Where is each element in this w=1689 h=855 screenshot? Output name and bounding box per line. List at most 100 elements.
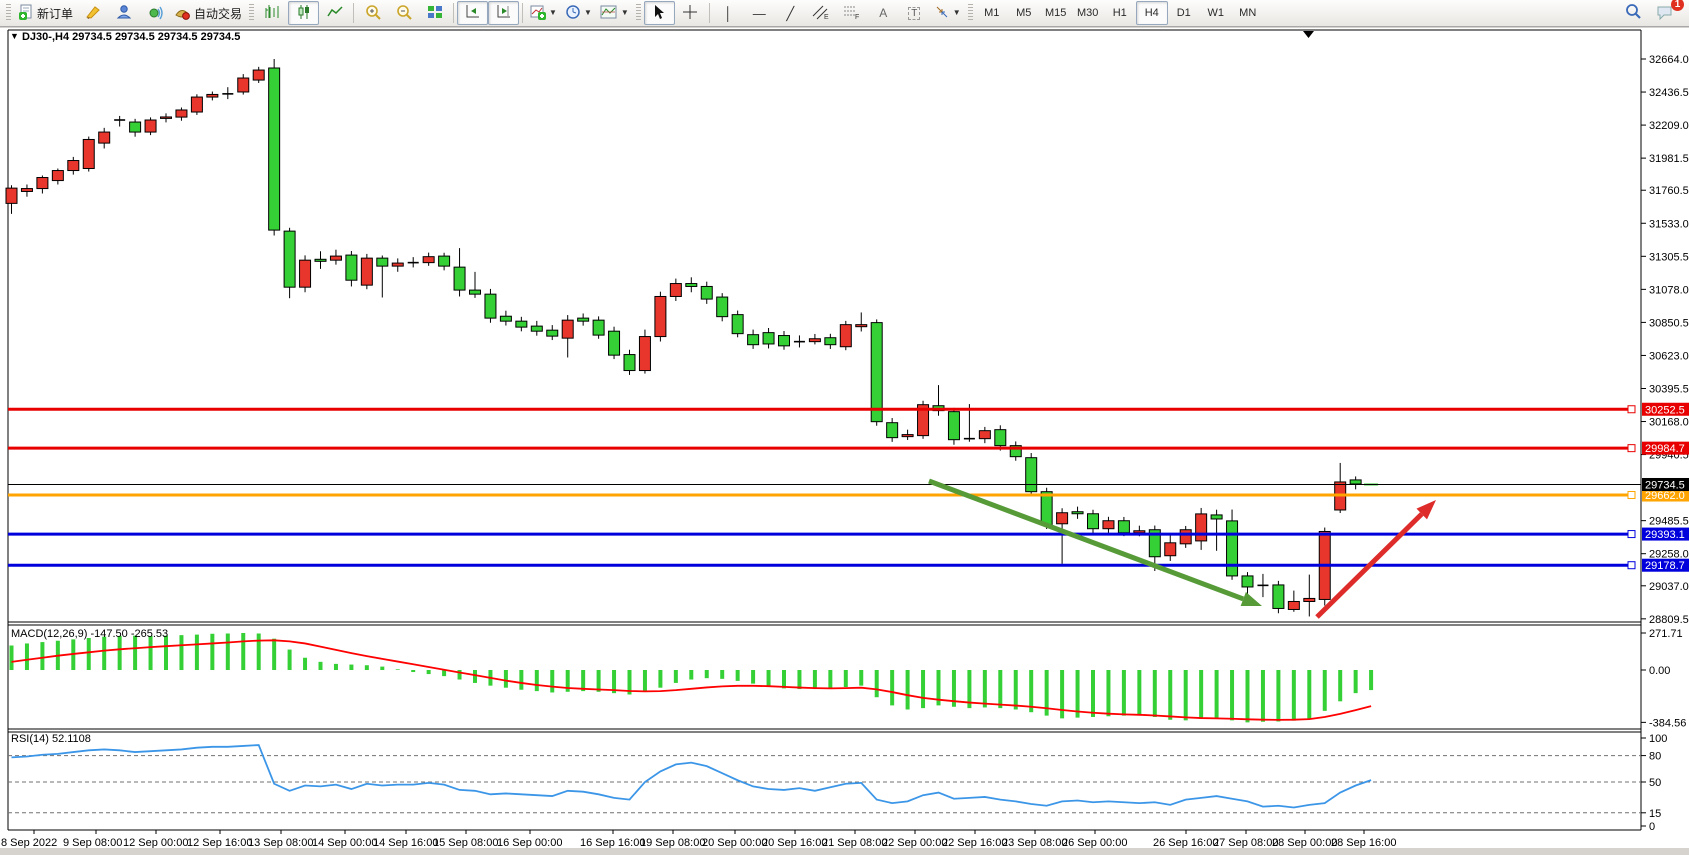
time-tick-label: 20 Sep 00:00 <box>702 837 767 848</box>
bear-candle <box>1227 521 1238 576</box>
search-icon <box>1625 3 1642 23</box>
bull-candle <box>145 120 156 132</box>
price-tick-label: 29037.0 <box>1649 581 1689 593</box>
price-tick-label: 31981.5 <box>1649 153 1689 165</box>
text-tool-button[interactable]: A <box>868 1 899 25</box>
line-end-marker[interactable] <box>1628 492 1635 499</box>
bull-candle <box>300 260 311 287</box>
profile-icon <box>116 4 132 23</box>
main-toolbar: 新订单 自动交易 ▼ ▼ <box>0 0 1689 27</box>
toolbar-grip[interactable] <box>249 4 254 22</box>
toolbar-grip[interactable] <box>968 4 973 22</box>
time-tick-label: 27 Sep 08:00 <box>1213 837 1278 848</box>
search-button[interactable] <box>1618 1 1649 25</box>
notifications-button[interactable]: 1 <box>1649 1 1680 25</box>
chart-shift-button[interactable] <box>488 1 519 25</box>
arrows-tool-button[interactable]: ▼ <box>930 1 965 25</box>
time-tick-label: 16 Sep 16:00 <box>580 837 645 848</box>
bear-candle <box>1072 512 1083 514</box>
auto-scroll-button[interactable] <box>457 1 488 25</box>
text-label-icon: T <box>908 7 920 20</box>
timeframe-m30-button[interactable]: M30 <box>1072 1 1104 25</box>
text-label-tool-button[interactable]: T <box>899 1 930 25</box>
crosshair-tool-button[interactable] <box>675 1 706 25</box>
line-end-marker[interactable] <box>1628 445 1635 452</box>
time-tick-label: 22 Sep 16:00 <box>942 837 1007 848</box>
bull-candle <box>392 263 403 266</box>
candlestick-icon <box>296 4 312 23</box>
bear-candle <box>763 333 774 344</box>
timeframe-m1-button[interactable]: M1 <box>976 1 1008 25</box>
chevron-down-icon: ▼ <box>953 9 961 17</box>
bull-candle <box>1180 530 1191 544</box>
sound-button[interactable] <box>139 1 170 25</box>
periods-button[interactable]: ▼ <box>561 1 596 25</box>
add-indicator-icon <box>530 4 546 23</box>
autotrade-button[interactable]: 自动交易 <box>170 1 246 25</box>
bull-candle <box>1165 543 1176 556</box>
bear-candle <box>578 318 589 321</box>
bull-candle <box>902 435 913 437</box>
price-tick-label: 30395.5 <box>1649 383 1689 395</box>
time-tick-label: 21 Sep 08:00 <box>822 837 887 848</box>
toolbar-grip[interactable] <box>6 4 11 22</box>
candlestick-mode-button[interactable] <box>288 1 319 25</box>
timeframe-m15-button[interactable]: M15 <box>1040 1 1072 25</box>
new-order-button[interactable]: 新订单 <box>14 1 77 25</box>
bull-candle <box>6 188 17 203</box>
horizontal-line-tool-button[interactable]: — <box>744 1 775 25</box>
toolbar-grip[interactable] <box>636 4 641 22</box>
bull-candle <box>809 339 820 342</box>
bull-candle <box>979 431 990 439</box>
timeframe-h1-button[interactable]: H1 <box>1104 1 1136 25</box>
time-tick-label: 20 Sep 16:00 <box>762 837 827 848</box>
timeframe-w1-button[interactable]: W1 <box>1200 1 1232 25</box>
timeframe-m5-button[interactable]: M5 <box>1008 1 1040 25</box>
bear-candle <box>377 258 388 266</box>
cursor-tool-button[interactable] <box>644 1 675 25</box>
auto-scroll-icon <box>465 4 481 23</box>
line-end-marker[interactable] <box>1628 531 1635 538</box>
indicators-button[interactable]: ▼ <box>526 1 561 25</box>
zoom-out-button[interactable] <box>388 1 419 25</box>
line-end-marker[interactable] <box>1628 406 1635 413</box>
tile-windows-button[interactable] <box>419 1 450 25</box>
time-tick-label: 8 Sep 2022 <box>1 837 57 848</box>
bear-candle <box>593 320 604 335</box>
zoom-in-button[interactable] <box>357 1 388 25</box>
bear-candle <box>1041 492 1052 525</box>
trendline-tool-button[interactable]: ╱ <box>775 1 806 25</box>
notification-badge: 1 <box>1671 0 1684 11</box>
templates-button[interactable]: ▼ <box>596 1 633 25</box>
timeframe-h4-button[interactable]: H4 <box>1136 1 1168 25</box>
bull-candle <box>670 284 681 297</box>
profile-button[interactable] <box>108 1 139 25</box>
price-tick-label: 32664.0 <box>1649 54 1689 66</box>
bar-chart-mode-button[interactable] <box>257 1 288 25</box>
timeframe-d1-button[interactable]: D1 <box>1168 1 1200 25</box>
bull-candle <box>840 325 851 347</box>
bear-candle <box>995 430 1006 446</box>
chevron-down-icon: ▼ <box>549 9 557 17</box>
bull-candle <box>161 117 172 118</box>
price-tick-label: 29485.5 <box>1649 516 1689 528</box>
bear-candle <box>1242 576 1253 587</box>
timeframe-mn-button[interactable]: MN <box>1232 1 1264 25</box>
vertical-line-tool-button[interactable]: │ <box>713 1 744 25</box>
line-chart-mode-button[interactable] <box>319 1 350 25</box>
time-tick-label: 28 Sep 00:00 <box>1272 837 1337 848</box>
channel-tool-button[interactable]: E <box>806 1 837 25</box>
symbol-dropdown-icon[interactable]: ▼ <box>10 31 19 41</box>
line-end-marker[interactable] <box>1628 562 1635 569</box>
crayon-button[interactable] <box>77 1 108 25</box>
bear-candle <box>1273 585 1284 609</box>
autotrade-icon <box>174 4 191 23</box>
macd-signal-value: -265.53 <box>131 628 168 640</box>
price-tick-label: 80 <box>1649 751 1661 763</box>
toolbar-separator <box>709 3 710 23</box>
time-tick-label: 23 Sep 08:00 <box>1002 837 1067 848</box>
fibonacci-tool-button[interactable]: F <box>837 1 868 25</box>
chart-ohlc-values: 29734.5 29734.5 29734.5 29734.5 <box>72 31 240 43</box>
equidistant-channel-icon: E <box>812 4 830 23</box>
time-tick-label: 28 Sep 16:00 <box>1331 837 1396 848</box>
